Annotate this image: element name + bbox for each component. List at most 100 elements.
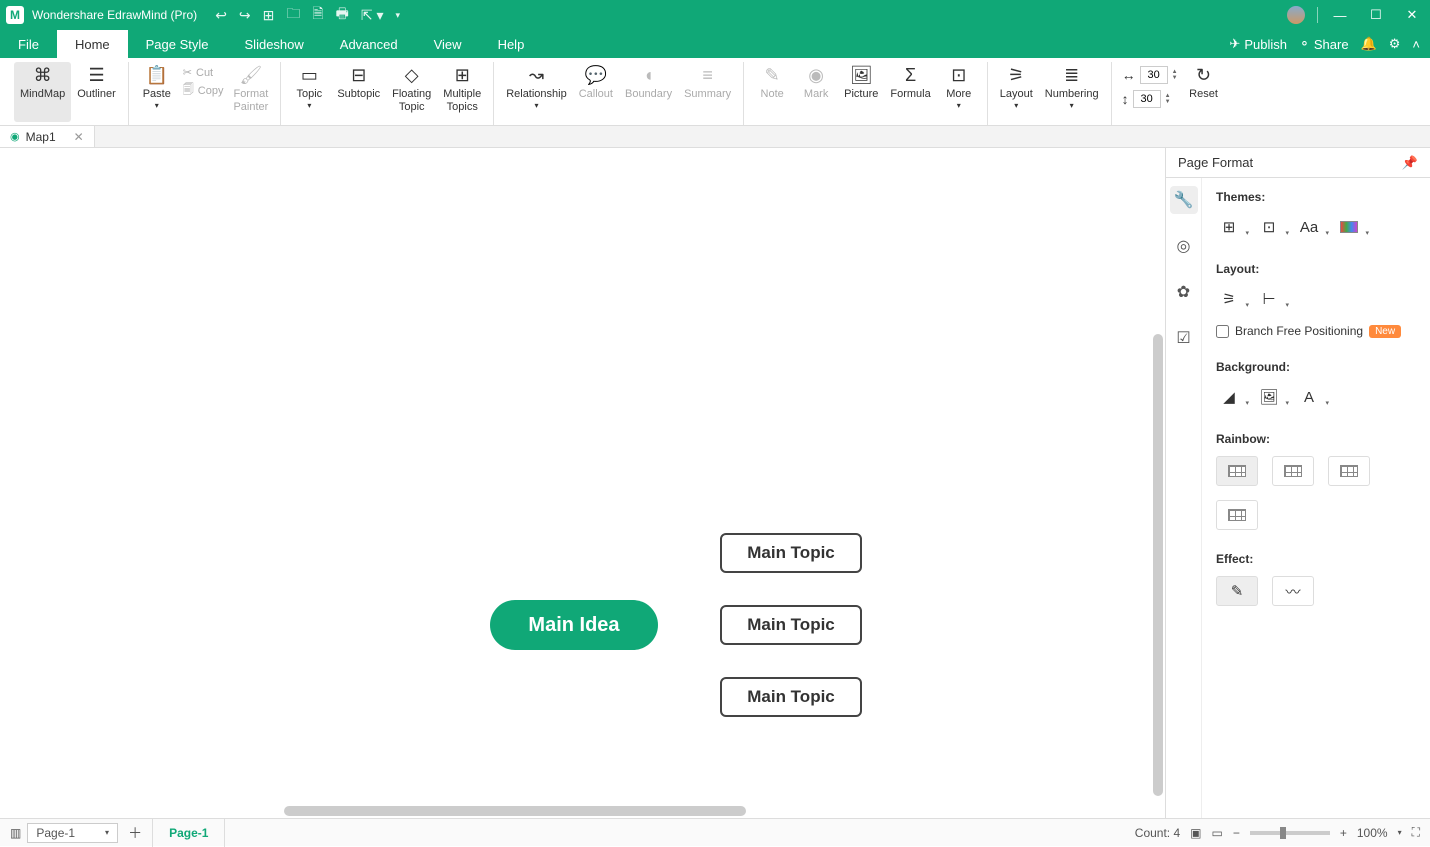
rainbow-label: Rainbow:	[1216, 432, 1416, 446]
reset-button[interactable]: ↻Reset	[1182, 62, 1226, 122]
user-avatar[interactable]	[1287, 6, 1305, 24]
bg-image-button[interactable]: 🖼	[1256, 384, 1282, 410]
layout-button[interactable]: ⚞Layout▾	[994, 62, 1039, 122]
summary-button[interactable]: ≡Summary	[678, 62, 737, 122]
menu-advanced[interactable]: Advanced	[322, 30, 416, 58]
panel-tab-format[interactable]: 🔧	[1170, 186, 1198, 214]
print-icon[interactable]: 🖶	[336, 3, 349, 27]
more-button[interactable]: ⊡More▾	[937, 62, 981, 122]
menu-page-style[interactable]: Page Style	[128, 30, 227, 58]
rainbow-opt-3[interactable]	[1328, 456, 1370, 486]
boundary-button[interactable]: ◖Boundary	[619, 62, 678, 122]
fit-width-icon[interactable]: ▭	[1212, 826, 1223, 840]
page-list-icon[interactable]: ▥	[10, 826, 21, 840]
redo-icon[interactable]: ↪	[239, 7, 251, 24]
main-topic-3[interactable]: Main Topic	[720, 677, 862, 717]
zoom-out-icon[interactable]: −	[1233, 826, 1240, 840]
formula-button[interactable]: ΣFormula	[884, 62, 936, 122]
effect-opt-2[interactable]: 〰	[1272, 576, 1314, 606]
document-tab[interactable]: ◉ Map1 ✕	[0, 126, 95, 147]
menu-home[interactable]: Home	[57, 30, 128, 58]
qat-more-icon[interactable]: ▾	[396, 10, 401, 21]
format-painter-button[interactable]: 🖌Format Painter	[227, 62, 274, 122]
width-spin[interactable]: ↔▲▼	[1122, 66, 1178, 84]
callout-button[interactable]: 💬Callout	[573, 62, 619, 122]
theme-color-button[interactable]: ⊡	[1256, 214, 1282, 240]
add-page-button[interactable]: ＋	[124, 823, 146, 843]
menu-file[interactable]: File	[0, 30, 57, 58]
cut-button[interactable]: ✂Cut	[183, 66, 224, 79]
vertical-scrollbar[interactable]	[1153, 334, 1163, 796]
theme-font-button[interactable]: Aa	[1296, 214, 1322, 240]
height-spin[interactable]: ↕▲▼	[1122, 90, 1178, 108]
effect-opt-1[interactable]: ✎	[1216, 576, 1258, 606]
settings-icon[interactable]: ⚙	[1389, 36, 1401, 52]
panel-tab-tasks[interactable]: ☑	[1170, 324, 1198, 352]
layout-type-button[interactable]: ⚞	[1216, 286, 1242, 312]
undo-icon[interactable]: ↩	[215, 7, 227, 24]
note-icon: ✎	[765, 64, 780, 86]
page-tab[interactable]: Page-1	[152, 819, 225, 847]
outliner-button[interactable]: ☰Outliner	[71, 62, 122, 122]
fit-page-icon[interactable]: ▣	[1190, 826, 1201, 840]
close-button[interactable]: ✕	[1394, 7, 1430, 23]
connector-style-button[interactable]: ⊢	[1256, 286, 1282, 312]
numbering-button[interactable]: ≣Numbering▾	[1039, 62, 1105, 122]
fullscreen-icon[interactable]: ⛶	[1412, 825, 1420, 840]
menu-slideshow[interactable]: Slideshow	[227, 30, 322, 58]
note-button[interactable]: ✎Note	[750, 62, 794, 122]
publish-button[interactable]: ✈ Publish	[1229, 36, 1287, 52]
main-topic-1[interactable]: Main Topic	[720, 533, 862, 573]
notifications-icon[interactable]: 🔔	[1361, 36, 1377, 52]
export-icon[interactable]: ⇱ ▾	[361, 7, 384, 24]
picture-button[interactable]: 🖼Picture	[838, 62, 884, 122]
bg-color-button[interactable]: ◢	[1216, 384, 1242, 410]
relationship-icon: ↝	[529, 64, 544, 86]
page-select[interactable]: Page-1▾	[27, 823, 118, 843]
central-topic[interactable]: Main Idea	[490, 600, 658, 650]
watermark-button[interactable]: A	[1296, 384, 1322, 410]
floating-topic-button[interactable]: ◇Floating Topic	[386, 62, 437, 122]
subtopic-button[interactable]: ⊟Subtopic	[331, 62, 386, 122]
copy-button[interactable]: 🗐Copy	[183, 81, 224, 100]
mindmap-button[interactable]: ⌘MindMap	[14, 62, 71, 122]
document-tab-icon: ◉	[10, 130, 20, 143]
theme-palette-button[interactable]	[1336, 214, 1362, 240]
share-button[interactable]: ⚬ Share	[1299, 36, 1349, 52]
main-topic-2[interactable]: Main Topic	[720, 605, 862, 645]
canvas[interactable]: Main Idea Main Topic Main Topic Main Top…	[0, 148, 1165, 818]
theme-preset-button[interactable]: ⊞	[1216, 214, 1242, 240]
rainbow-opt-1[interactable]	[1216, 456, 1258, 486]
open-icon[interactable]: 🗀	[286, 3, 300, 27]
branch-free-input[interactable]	[1216, 325, 1229, 338]
zoom-slider[interactable]	[1250, 831, 1330, 835]
new-icon[interactable]: ⊞	[263, 7, 275, 24]
maximize-button[interactable]: ☐	[1358, 7, 1394, 23]
zoom-in-icon[interactable]: +	[1340, 826, 1347, 840]
menu-view[interactable]: View	[416, 30, 480, 58]
minimize-button[interactable]: ―	[1322, 8, 1358, 23]
panel-tab-cliparts[interactable]: ✿	[1170, 278, 1198, 306]
topic-button[interactable]: ▭Topic▾	[287, 62, 331, 122]
multiple-topics-button[interactable]: ⊞Multiple Topics	[437, 62, 487, 122]
pin-icon[interactable]: 📌	[1402, 155, 1418, 171]
copy-icon: 🗐	[183, 81, 194, 100]
panel-tab-style[interactable]: ◎	[1170, 232, 1198, 260]
width-input[interactable]	[1140, 66, 1168, 84]
save-icon[interactable]: 🗎	[312, 3, 323, 27]
relationship-button[interactable]: ↝Relationship▾	[500, 62, 573, 122]
rainbow-opt-4[interactable]	[1216, 500, 1258, 530]
branch-free-checkbox[interactable]: Branch Free Positioning New	[1216, 324, 1416, 338]
horizontal-scrollbar[interactable]	[284, 806, 746, 816]
collapse-ribbon-icon[interactable]: ˄	[1412, 37, 1420, 52]
height-input[interactable]	[1133, 90, 1161, 108]
paste-button[interactable]: 📋Paste▾	[135, 62, 179, 122]
rainbow-opt-2[interactable]	[1272, 456, 1314, 486]
layout-icon: ⚞	[1008, 64, 1024, 86]
format-painter-icon: 🖌	[239, 64, 262, 86]
panel-title: Page Format	[1178, 155, 1253, 170]
close-tab-icon[interactable]: ✕	[74, 130, 84, 144]
zoom-dropdown-icon[interactable]: ▾	[1398, 828, 1402, 837]
mark-button[interactable]: ◉Mark	[794, 62, 838, 122]
menu-help[interactable]: Help	[480, 30, 543, 58]
